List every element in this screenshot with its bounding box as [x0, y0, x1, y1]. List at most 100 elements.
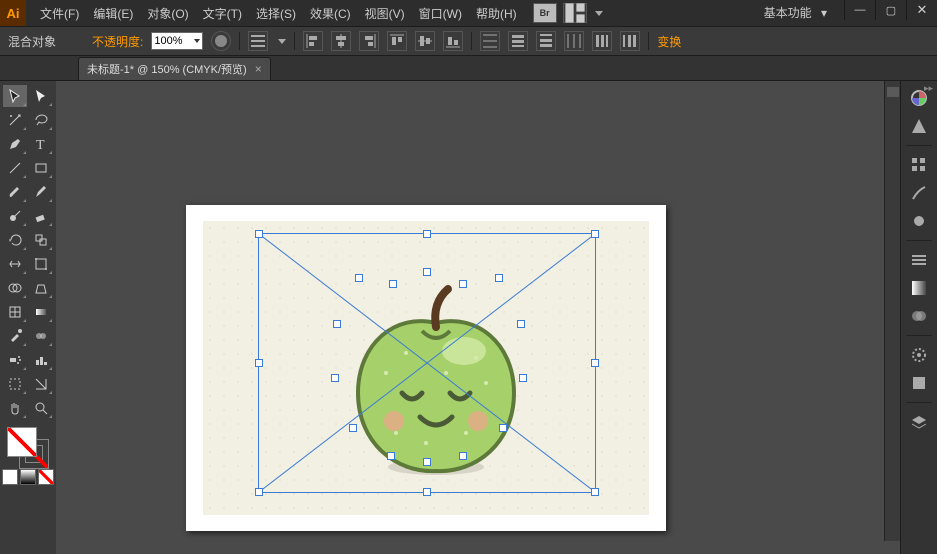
align-right-icon[interactable]: [359, 31, 379, 51]
menu-help[interactable]: 帮助(H): [470, 1, 523, 26]
align-menu-icon[interactable]: [248, 31, 268, 51]
none-mode-icon[interactable]: [38, 469, 54, 485]
menu-edit[interactable]: 编辑(E): [87, 1, 139, 26]
selection-bounding-box[interactable]: [258, 233, 596, 493]
align-top-icon[interactable]: [387, 31, 407, 51]
document-tab[interactable]: 未标题-1* @ 150% (CMYK/预览) ×: [78, 57, 271, 80]
anchor-point[interactable]: [517, 320, 525, 328]
menu-effect[interactable]: 效果(C): [304, 1, 357, 26]
tool-type[interactable]: T: [29, 133, 53, 155]
distribute-v-bottom-icon[interactable]: [536, 31, 556, 51]
anchor-point[interactable]: [459, 452, 467, 460]
graphic-styles-panel-icon[interactable]: [907, 372, 931, 394]
chevron-down-icon[interactable]: [595, 11, 603, 16]
chevron-down-icon[interactable]: [278, 39, 286, 44]
handle-tr[interactable]: [591, 230, 599, 238]
tool-shape-builder[interactable]: [3, 277, 27, 299]
tab-close-icon[interactable]: ×: [255, 62, 262, 76]
recolor-artwork-icon[interactable]: [211, 31, 231, 51]
gradient-panel-icon[interactable]: [907, 277, 931, 299]
tool-slice[interactable]: [29, 373, 53, 395]
workspace-switcher[interactable]: 基本功能 ▾: [764, 4, 827, 21]
close-button[interactable]: ✕: [906, 0, 937, 20]
tool-scale[interactable]: [29, 229, 53, 251]
tool-magic-wand[interactable]: [3, 109, 27, 131]
tool-pen[interactable]: [3, 133, 27, 155]
transform-link[interactable]: 变换: [657, 33, 681, 50]
tool-gradient[interactable]: [29, 301, 53, 323]
anchor-point[interactable]: [423, 458, 431, 466]
align-vcenter-icon[interactable]: [415, 31, 435, 51]
anchor-point[interactable]: [355, 274, 363, 282]
menu-object[interactable]: 对象(O): [141, 1, 194, 26]
tool-rotate[interactable]: [3, 229, 27, 251]
anchor-point[interactable]: [331, 374, 339, 382]
bridge-icon[interactable]: Br: [533, 3, 557, 23]
align-left-icon[interactable]: [303, 31, 323, 51]
tool-eraser[interactable]: [29, 205, 53, 227]
tool-pencil[interactable]: [29, 181, 53, 203]
handle-tc[interactable]: [423, 230, 431, 238]
anchor-point[interactable]: [333, 320, 341, 328]
transparency-panel-icon[interactable]: [907, 305, 931, 327]
tool-hand[interactable]: [3, 397, 27, 419]
tool-perspective[interactable]: [29, 277, 53, 299]
tool-free-transform[interactable]: [29, 253, 53, 275]
menu-select[interactable]: 选择(S): [250, 1, 302, 26]
align-hcenter-icon[interactable]: [331, 31, 351, 51]
menu-file[interactable]: 文件(F): [34, 1, 85, 26]
anchor-point[interactable]: [459, 280, 467, 288]
tool-direct-selection[interactable]: [29, 85, 53, 107]
anchor-point[interactable]: [423, 268, 431, 276]
artboard[interactable]: [186, 205, 666, 531]
handle-mr[interactable]: [591, 359, 599, 367]
handle-bl[interactable]: [255, 488, 263, 496]
scrollbar-thumb[interactable]: [887, 87, 899, 97]
tool-blend[interactable]: [29, 325, 53, 347]
handle-br[interactable]: [591, 488, 599, 496]
collapse-chevron-icon[interactable]: ▸▸: [924, 83, 933, 94]
tool-mesh[interactable]: [3, 301, 27, 323]
layers-panel-icon[interactable]: [907, 411, 931, 433]
menu-view[interactable]: 视图(V): [359, 1, 411, 26]
anchor-point[interactable]: [499, 424, 507, 432]
vertical-scrollbar[interactable]: [884, 81, 901, 541]
menu-window[interactable]: 窗口(W): [413, 1, 468, 26]
stroke-panel-icon[interactable]: [907, 249, 931, 271]
tool-artboard[interactable]: [3, 373, 27, 395]
brushes-panel-icon[interactable]: [907, 182, 931, 204]
opacity-input[interactable]: 100%: [151, 32, 203, 50]
tool-column-graph[interactable]: [29, 349, 53, 371]
anchor-point[interactable]: [495, 274, 503, 282]
tool-blob-brush[interactable]: [3, 205, 27, 227]
gradient-mode-icon[interactable]: [20, 469, 36, 485]
arrange-docs-icon[interactable]: [563, 3, 587, 23]
fill-stroke-swatch[interactable]: [5, 425, 51, 467]
distribute-v-center-icon[interactable]: [508, 31, 528, 51]
handle-bc[interactable]: [423, 488, 431, 496]
handle-ml[interactable]: [255, 359, 263, 367]
minimize-button[interactable]: —: [844, 0, 875, 20]
distribute-h-center-icon[interactable]: [592, 31, 612, 51]
anchor-point[interactable]: [387, 452, 395, 460]
distribute-h-left-icon[interactable]: [564, 31, 584, 51]
distribute-h-right-icon[interactable]: [620, 31, 640, 51]
tool-eyedropper[interactable]: [3, 325, 27, 347]
color-guide-panel-icon[interactable]: [907, 115, 931, 137]
distribute-v-top-icon[interactable]: [480, 31, 500, 51]
maximize-button[interactable]: ▢: [875, 0, 906, 20]
color-mode-icon[interactable]: [2, 469, 18, 485]
tool-selection[interactable]: [3, 85, 27, 107]
symbols-panel-icon[interactable]: [907, 210, 931, 232]
fill-swatch[interactable]: [7, 427, 37, 457]
canvas-area[interactable]: [56, 81, 901, 554]
tool-paintbrush[interactable]: [3, 181, 27, 203]
tool-symbol-sprayer[interactable]: [3, 349, 27, 371]
anchor-point[interactable]: [349, 424, 357, 432]
align-bottom-icon[interactable]: [443, 31, 463, 51]
tool-width[interactable]: [3, 253, 27, 275]
handle-tl[interactable]: [255, 230, 263, 238]
anchor-point[interactable]: [519, 374, 527, 382]
tool-lasso[interactable]: [29, 109, 53, 131]
menu-type[interactable]: 文字(T): [197, 1, 248, 26]
